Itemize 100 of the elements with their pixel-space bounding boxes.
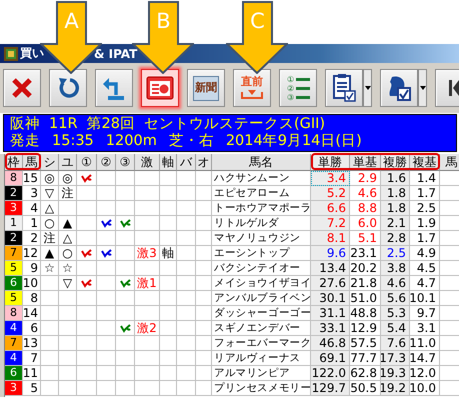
odds-cell: 7.2 <box>311 216 350 231</box>
odds-cell: 2.1 <box>381 216 410 231</box>
odds-cell: 4.5 <box>410 261 440 276</box>
odds-cell: 2.8 <box>381 231 410 246</box>
table-cell: ☆ <box>59 261 77 276</box>
table-cell: ☆ <box>41 261 59 276</box>
bracket-cell: 2 <box>5 231 23 246</box>
table-cell: △ <box>41 201 59 216</box>
odds-cell: 12.0 <box>410 366 440 381</box>
table-cell: 15 <box>23 171 41 186</box>
column-header[interactable]: オ <box>196 154 212 171</box>
column-header[interactable]: バ <box>177 154 196 171</box>
odds-cell: 5.3 <box>381 306 410 321</box>
race-title: 阪神 <box>10 116 40 133</box>
callout-label: A <box>63 10 80 32</box>
table-cell: 6 <box>23 321 41 336</box>
column-header[interactable]: ユ <box>59 154 77 171</box>
table-cell: 4 <box>23 201 41 216</box>
bracket-cell: 7 <box>5 246 23 261</box>
table-cell: ▽ <box>59 276 77 291</box>
table-cell: 7 <box>23 351 41 366</box>
table-cell: 14 <box>23 306 41 321</box>
table-cell: ○ <box>59 246 77 261</box>
odds-cell: 6.6 <box>311 201 350 216</box>
table-cell: 9 <box>23 261 41 276</box>
newspaper-icon: 新聞 <box>193 76 219 100</box>
window-title: & IPAT <box>94 46 138 60</box>
odds-cell: 46.8 <box>311 336 350 351</box>
table-cell: 2 <box>23 231 41 246</box>
column-header[interactable]: シ <box>41 154 59 171</box>
table-cell: ▽ <box>41 186 59 201</box>
odds-cell: 129.7 <box>311 381 350 396</box>
odds-cell: 1.6 <box>381 171 410 186</box>
bracket-cell: 4 <box>5 321 23 336</box>
column-header[interactable]: ② <box>97 154 116 171</box>
race-title: 11R <box>49 116 78 133</box>
table-cell: ◎ <box>59 171 77 186</box>
toolbar-button[interactable]: ①②③ <box>279 69 317 107</box>
table-cell: 激1 <box>135 276 160 291</box>
table-cell: 軸 <box>160 246 177 261</box>
bracket-cell: 7 <box>5 336 23 351</box>
table-cell: ▲ <box>41 246 59 261</box>
table-cell: △ <box>59 231 77 246</box>
column-header[interactable]: ① <box>77 154 97 171</box>
odds-cell: 8.1 <box>311 231 350 246</box>
odds-cell: 2.5 <box>410 201 440 216</box>
column-header[interactable]: ③ <box>116 154 135 171</box>
race-detail: 2014年9月14日(日) <box>226 133 362 150</box>
odds-cell: 14.7 <box>410 351 440 366</box>
odds-cell: 17.3 <box>381 351 410 366</box>
race-detail: 発走 <box>10 133 40 150</box>
table-cell: 激3 <box>135 246 160 261</box>
race-detail: 1200m <box>106 133 157 150</box>
bracket-cell: 8 <box>5 306 23 321</box>
column-header[interactable]: 馬名 <box>212 154 311 171</box>
odds-cell: 1.7 <box>410 231 440 246</box>
race-detail: 15:35 <box>52 133 94 150</box>
odds-cell: 30.1 <box>311 291 350 306</box>
callout-label: B <box>155 10 172 32</box>
odds-cell: 4.7 <box>410 276 440 291</box>
odds-cell: 1.8 <box>381 186 410 201</box>
bracket-cell: 3 <box>5 381 23 396</box>
odds-cell: 31.1 <box>311 306 350 321</box>
bracket-cell: 4 <box>5 351 23 366</box>
odds-cell: 1.7 <box>410 186 440 201</box>
toolbar-button[interactable]: 新聞 <box>187 69 225 107</box>
table-cell: ▲ <box>59 216 77 231</box>
table-cell: 注 <box>59 186 77 201</box>
odds-cell: 122.0 <box>311 366 350 381</box>
odds-cell: 3.4 <box>311 171 350 186</box>
column-header[interactable]: 激 <box>135 154 160 171</box>
bracket-cell: 3 <box>5 201 23 216</box>
bracket-cell: 8 <box>5 171 23 186</box>
race-detail: 芝・右 <box>168 133 214 150</box>
odds-cell: 10.0 <box>410 381 440 396</box>
odds-cell: 13.4 <box>311 261 350 276</box>
odds-cell: 4.9 <box>410 246 440 261</box>
odds-cell: 1.9 <box>410 216 440 231</box>
odds-cell: 1.8 <box>381 201 410 216</box>
bracket-cell: 5 <box>5 261 23 276</box>
column-header[interactable]: 馬 <box>440 154 459 171</box>
odds-cell: 1.4 <box>410 171 440 186</box>
odds-cell: 69.1 <box>311 351 350 366</box>
callout-label: C <box>249 10 266 32</box>
odds-cell: 19.3 <box>381 366 410 381</box>
table-cell: 8 <box>23 291 41 306</box>
table-cell: 11 <box>23 366 41 381</box>
odds-cell: 5.4 <box>381 321 410 336</box>
odds-cell: 4.6 <box>381 276 410 291</box>
table-cell: 13 <box>23 336 41 351</box>
odds-cell: 33.1 <box>311 321 350 336</box>
column-header[interactable]: 軸 <box>160 154 177 171</box>
odds-cell: 9.6 <box>311 246 350 261</box>
race-title: セントウルステークス(GII) <box>144 116 326 133</box>
bracket-cell: 6 <box>5 276 23 291</box>
odds-cell: 5.6 <box>381 291 410 306</box>
table-cell: ◎ <box>41 171 59 186</box>
odds-cell: 3.1 <box>410 321 440 336</box>
odds-cell: 19.2 <box>381 381 410 396</box>
bracket-cell: 5 <box>5 291 23 306</box>
